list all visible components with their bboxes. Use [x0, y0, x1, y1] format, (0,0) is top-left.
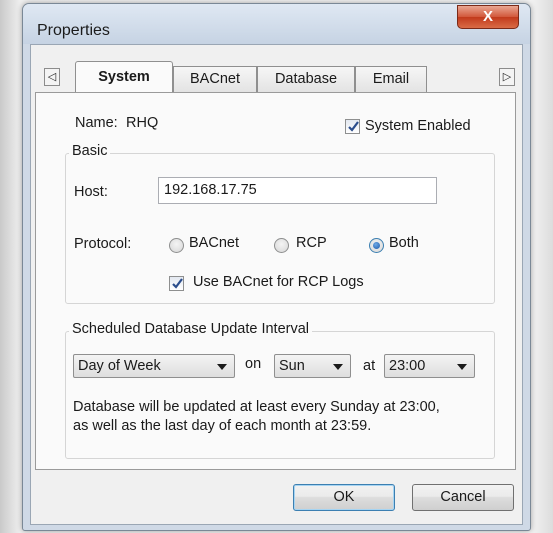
protocol-both-label: Both — [389, 235, 419, 251]
use-bacnet-rcp-logs-label: Use BACnet for RCP Logs — [193, 274, 364, 290]
tab-bacnet[interactable]: BACnet — [173, 66, 257, 92]
host-input[interactable]: 192.168.17.75 — [158, 177, 437, 204]
checkmark-icon — [348, 121, 359, 132]
interval-dropdown-value: Day of Week — [78, 358, 161, 374]
ok-button-label: OK — [333, 489, 355, 505]
tab-system-label: System — [98, 69, 150, 85]
schedule-description-line-1: Database will be updated at least every … — [73, 399, 440, 415]
name-label: Name: — [75, 115, 118, 131]
protocol-rcp-label: RCP — [296, 235, 327, 251]
schedule-description-line-2: as well as the last day of each month at… — [73, 418, 372, 434]
ok-button[interactable]: OK — [293, 484, 395, 511]
cancel-button-label: Cancel — [440, 489, 486, 505]
day-dropdown[interactable]: Sun — [274, 354, 351, 378]
system-enabled-label: System Enabled — [365, 118, 471, 134]
tab-system[interactable]: System — [75, 61, 173, 92]
close-icon: X — [482, 8, 493, 25]
checkmark-icon — [172, 278, 183, 289]
protocol-bacnet-radio[interactable] — [169, 238, 184, 253]
tab-email-label: Email — [372, 71, 410, 87]
dialog-client-area: ◁ System BACnet Database Email ▷ Name: R… — [30, 44, 523, 525]
tab-database[interactable]: Database — [257, 66, 355, 92]
tab-scroll-right-button[interactable]: ▷ — [499, 68, 515, 86]
day-dropdown-value: Sun — [279, 358, 305, 374]
protocol-bacnet-label: BACnet — [189, 235, 239, 251]
close-button[interactable]: X — [457, 5, 519, 29]
at-label: at — [363, 358, 376, 374]
protocol-both-radio[interactable] — [369, 238, 384, 253]
name-value: RHQ — [126, 115, 159, 131]
tab-email[interactable]: Email — [355, 66, 427, 92]
tab-scroll-left-button[interactable]: ◁ — [44, 68, 60, 86]
system-tab-panel: Name: RHQ System Enabled Basic Host: 192… — [35, 92, 516, 470]
tab-bacnet-label: BACnet — [190, 71, 240, 87]
schedule-group-title: Scheduled Database Update Interval — [69, 321, 312, 337]
time-dropdown-value: 23:00 — [389, 358, 426, 374]
on-label: on — [245, 356, 262, 372]
chevron-down-icon — [217, 364, 227, 370]
title-bar[interactable]: Properties X — [23, 4, 530, 44]
interval-dropdown[interactable]: Day of Week — [73, 354, 235, 378]
protocol-rcp-radio[interactable] — [274, 238, 289, 253]
chevron-down-icon — [457, 364, 467, 370]
time-dropdown[interactable]: 23:00 — [384, 354, 475, 378]
properties-dialog: Properties X ◁ System BACnet Database Em… — [22, 3, 531, 531]
protocol-label: Protocol: — [74, 236, 132, 252]
window-title: Properties — [37, 22, 110, 39]
system-enabled-checkbox[interactable] — [345, 119, 360, 134]
tab-database-label: Database — [274, 71, 338, 87]
basic-group-title: Basic — [69, 143, 111, 159]
schedule-description: Database will be updated at least every … — [73, 398, 440, 436]
radio-selected-dot — [373, 242, 380, 249]
host-input-value: 192.168.17.75 — [164, 182, 257, 198]
use-bacnet-rcp-logs-checkbox[interactable] — [169, 276, 184, 291]
chevron-right-icon: ▷ — [502, 71, 512, 83]
host-label: Host: — [74, 184, 108, 200]
chevron-down-icon — [333, 364, 343, 370]
cancel-button[interactable]: Cancel — [412, 484, 514, 511]
chevron-left-icon: ◁ — [47, 71, 57, 83]
schedule-groupbox — [65, 331, 495, 459]
